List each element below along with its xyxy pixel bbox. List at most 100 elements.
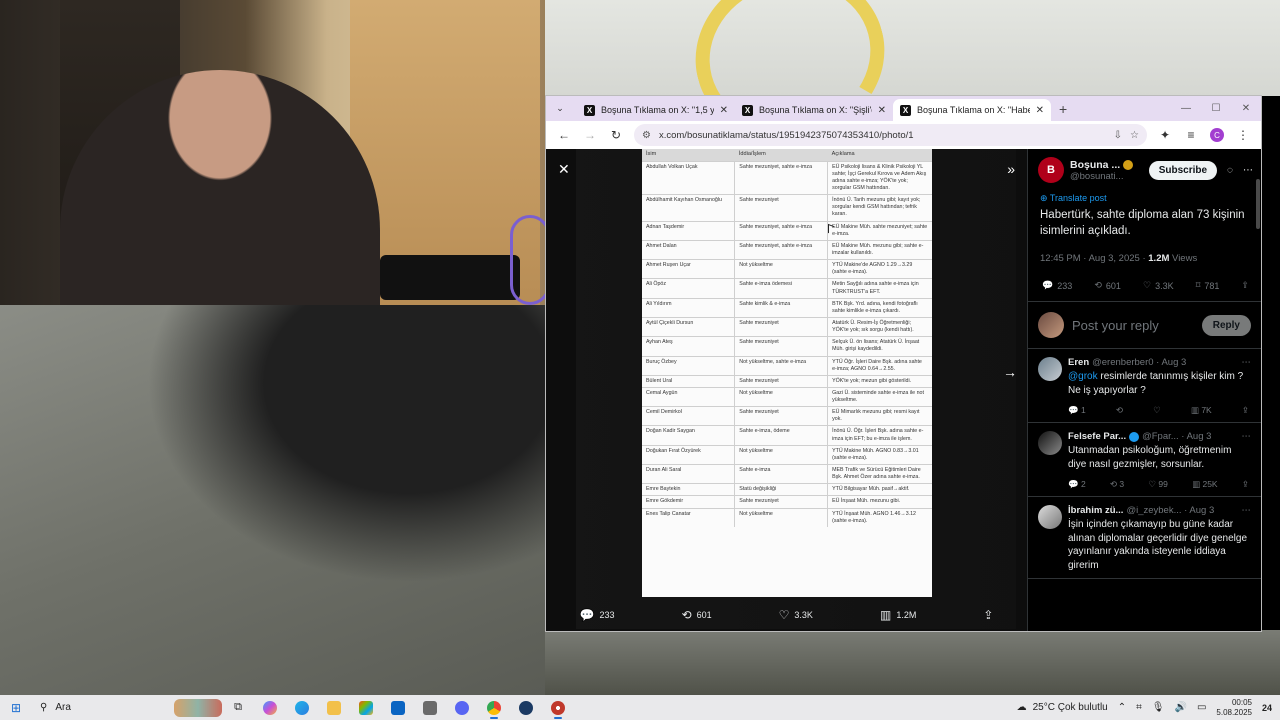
reply-action[interactable]: 💬 233 [580, 608, 615, 622]
like-action[interactable]: ♡ 3.3K [779, 608, 813, 622]
comment-handle[interactable]: @i_zeybek... · Aug 3 [1126, 505, 1214, 516]
close-tab-icon[interactable]: ✕ [720, 105, 728, 116]
steam-icon[interactable] [510, 695, 542, 720]
maximize-icon[interactable]: ☐ [1201, 96, 1231, 121]
photos-icon[interactable] [414, 695, 446, 720]
mention-link[interactable]: @grok [1068, 371, 1098, 382]
share-stat[interactable]: ⇪ [1241, 280, 1249, 291]
views-action[interactable]: ▥ 1.2M [880, 608, 916, 622]
translate-post-link[interactable]: ⊕ Translate post [1028, 183, 1261, 204]
close-window-icon[interactable]: ✕ [1231, 96, 1261, 121]
tab-search-icon[interactable]: ⌄ [549, 97, 571, 119]
comment-like[interactable]: ♡ [1153, 405, 1161, 416]
copilot-icon[interactable] [254, 695, 286, 720]
row-name: Adnan Taşdemir [642, 220, 736, 241]
close-tab-icon[interactable]: ✕ [878, 105, 886, 116]
tab-3-active[interactable]: X Boşuna Tıklama on X: "Habertürk ✕ [893, 99, 1051, 121]
minimize-icon[interactable]: — [1171, 96, 1201, 121]
comment-avatar[interactable] [1038, 505, 1062, 530]
comment-author[interactable]: Eren [1068, 357, 1089, 368]
clock[interactable]: 00:05 5.08.2025 [1216, 698, 1252, 718]
repost-action[interactable]: ⟲ 601 [682, 608, 712, 622]
comment-repost[interactable]: ⟲ 3 [1110, 479, 1124, 490]
notification-badge[interactable]: 24 [1262, 703, 1272, 713]
comment-reply[interactable]: 💬 1 [1068, 405, 1086, 416]
store-icon[interactable] [350, 695, 382, 720]
task-view-icon[interactable]: ⧉ [222, 695, 254, 720]
comment-author[interactable]: Felsefe Par... [1068, 431, 1126, 442]
site-info-icon[interactable]: ⚙ [642, 130, 651, 141]
more-icon[interactable]: ⋯ [1243, 165, 1253, 176]
table-row: Doğan Kadir Saygan Sahte e-imza, ödeme İnö… [642, 425, 932, 446]
more-icon[interactable]: ⋯ [1242, 431, 1252, 442]
comment-author[interactable]: İbrahim zü... [1068, 505, 1123, 516]
comment-views[interactable]: ▥ 25K [1192, 479, 1218, 490]
comment-like[interactable]: ♡ 99 [1148, 479, 1167, 490]
comment-reply[interactable]: 💬 2 [1068, 479, 1086, 490]
subscribe-button[interactable]: Subscribe [1148, 160, 1218, 180]
reply-button[interactable]: Reply [1201, 314, 1251, 336]
more-icon[interactable]: ⋯ [1242, 505, 1252, 516]
close-tab-icon[interactable]: ✕ [1036, 105, 1044, 116]
tab-media-icon[interactable]: ≡ [1179, 123, 1203, 147]
author-handle[interactable]: @bosunati... [1070, 171, 1143, 182]
reply-input[interactable]: Post your reply [1072, 318, 1194, 333]
mic-icon[interactable]: 🎙 [1152, 702, 1165, 713]
comment-handle[interactable]: @Fpar... · Aug 3 [1142, 431, 1211, 442]
comment-avatar[interactable] [1038, 431, 1062, 456]
share-icon: ⇪ [1241, 280, 1249, 291]
taskbar-search[interactable]: ⚲ Ara [32, 697, 222, 718]
share-action[interactable]: ⇪ [983, 608, 993, 622]
forward-icon[interactable]: → [578, 123, 602, 147]
comment-3[interactable]: İbrahim zü... @i_zeybek... · Aug 3 ⋯ İşin … [1028, 497, 1261, 580]
bookmark-star-icon[interactable]: ☆ [1130, 130, 1139, 141]
close-icon[interactable]: ✕ [558, 161, 570, 178]
share-icon[interactable]: ⇪ [1242, 405, 1249, 416]
scrollbar[interactable] [1256, 179, 1260, 229]
chrome-icon[interactable] [478, 695, 510, 720]
discord-icon[interactable] [446, 695, 478, 720]
reload-icon[interactable]: ↻ [604, 123, 628, 147]
menu-icon[interactable]: ⋮ [1231, 123, 1255, 147]
new-tab-icon[interactable]: + [1059, 101, 1067, 117]
comment-handle[interactable]: @erenberber0 · Aug 3 [1092, 357, 1186, 368]
table-row: Abdülhamit Kayıhan Osmanoğlu Sahte mezuni… [642, 194, 932, 222]
more-icon[interactable]: ⋯ [1242, 357, 1252, 368]
row-description: YTÜ İnşaat Müh. AGNO 1.46→3.12 (sahte e-… [827, 507, 932, 527]
battery-icon[interactable]: ▭ [1197, 702, 1206, 713]
likes-stat[interactable]: ♡ 3.3K [1143, 280, 1174, 291]
grok-icon[interactable]: ◌ [1227, 165, 1233, 176]
back-icon[interactable]: ← [552, 123, 576, 147]
tab-2[interactable]: X Boşuna Tıklama on X: "Şişli'de ✕ [735, 99, 893, 121]
collapse-panel-icon[interactable]: » [1007, 161, 1015, 177]
tray-chevron-icon[interactable]: ⌃ [1118, 702, 1126, 713]
comment-repost[interactable]: ⟲ [1116, 405, 1123, 416]
network-icon[interactable]: ⌗ [1136, 702, 1142, 713]
address-bar[interactable]: ⚙ x.com/bosunatiklama/status/19519423750… [634, 124, 1147, 146]
url-text[interactable]: x.com/bosunatiklama/status/1951942375074… [659, 130, 1106, 141]
file-explorer-icon[interactable] [318, 695, 350, 720]
comment-views[interactable]: ▥ 7K [1191, 405, 1212, 416]
author-avatar[interactable]: B [1038, 157, 1064, 183]
windows-start-icon[interactable]: ⊞ [0, 701, 32, 715]
install-app-icon[interactable]: ⇩ [1114, 130, 1122, 141]
post-time[interactable]: 12:45 PM · Aug 3, 2025 · [1040, 253, 1148, 264]
obs-icon[interactable] [542, 695, 574, 720]
edge-icon[interactable] [286, 695, 318, 720]
weather-widget[interactable]: ☁ 25°C Çok bulutlu [1017, 702, 1108, 713]
profile-avatar[interactable]: C [1205, 123, 1229, 147]
replies-stat[interactable]: 💬 233 [1042, 280, 1072, 291]
outlook-icon[interactable] [382, 695, 414, 720]
table-row: Ahmet Dalan Sahte mezuniyet, sahte e-imza… [642, 239, 932, 260]
next-photo-icon[interactable]: → [1003, 364, 1017, 380]
reposts-stat[interactable]: ⟲ 601 [1094, 280, 1121, 291]
tab-1[interactable]: X Boşuna Tıklama on X: "1,5 yıldır ✕ [577, 99, 735, 121]
comment-2[interactable]: Felsefe Par... @Fpar... · Aug 3 ⋯ Utanmada… [1028, 423, 1261, 498]
bookmarks-stat[interactable]: ⌑ 781 [1196, 280, 1220, 291]
comment-1[interactable]: Eren @erenberber0 · Aug 3 ⋯ @grok resimler… [1028, 349, 1261, 424]
comment-avatar[interactable] [1038, 357, 1062, 382]
extensions-icon[interactable]: ✦ [1153, 123, 1177, 147]
volume-icon[interactable]: 🔊 [1174, 702, 1186, 713]
share-icon[interactable]: ⇪ [1242, 479, 1249, 490]
author-name[interactable]: Boşuna ... [1070, 159, 1143, 171]
